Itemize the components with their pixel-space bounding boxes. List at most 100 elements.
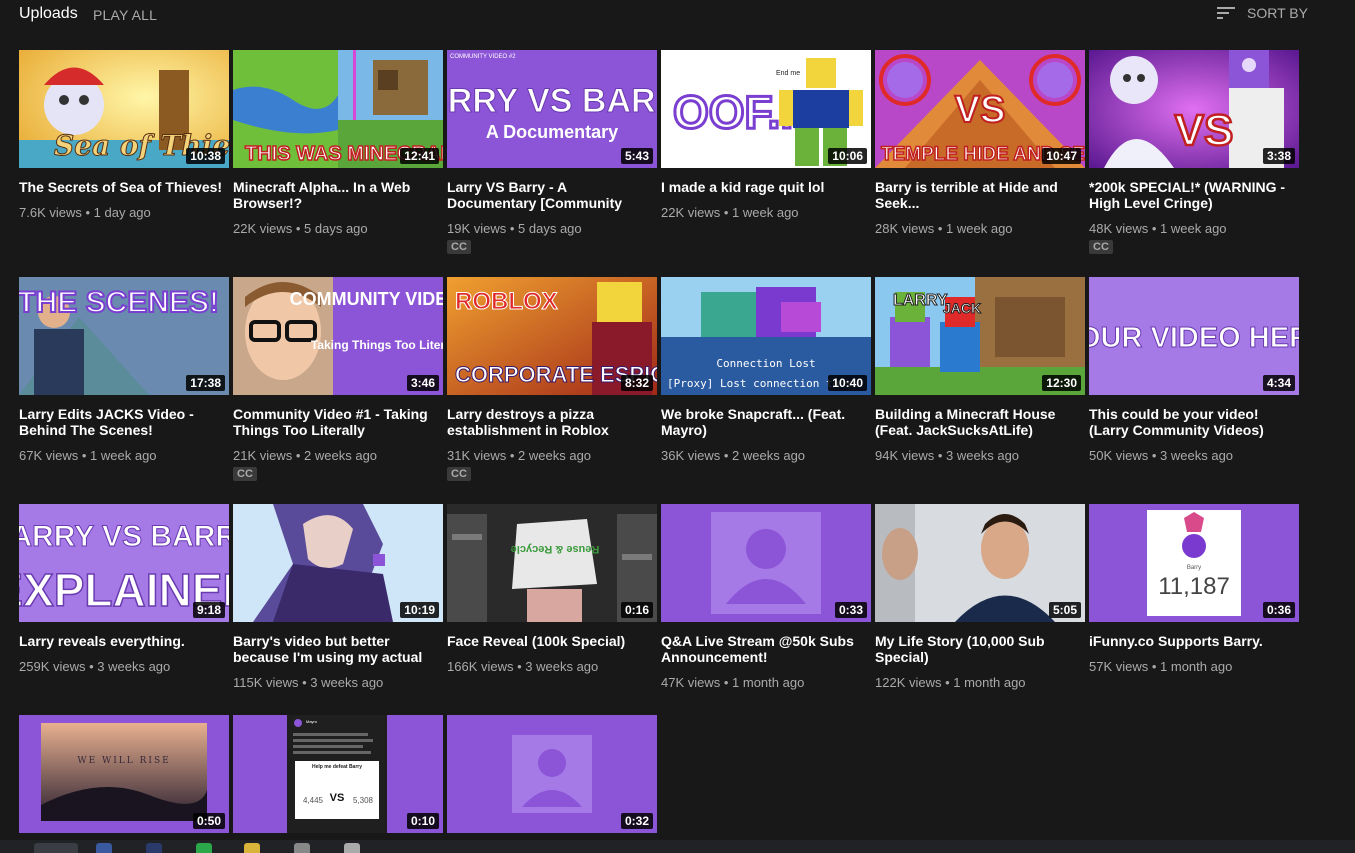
video-title[interactable]: Larry Edits JACKS Video - Behind The Sce… [19, 406, 229, 438]
video-title[interactable]: Community Video #1 - Taking Things Too L… [233, 406, 443, 438]
video-card[interactable]: COMMUNITY VIDEO #1 Taking Things Too Lit… [233, 277, 443, 482]
taskbar-app-icon[interactable] [244, 843, 260, 853]
video-meta: 259K views • 3 weeks ago [19, 659, 171, 674]
taskbar-app-icon[interactable] [196, 843, 212, 853]
video-age: 2 weeks ago [732, 448, 806, 463]
video-meta: 28K views • 1 week ago [875, 221, 1013, 236]
uploads-header: Uploads PLAY ALL SORT BY [0, 0, 1310, 32]
video-title[interactable]: We broke Snapcraft... (Feat. Mayro) [661, 406, 871, 438]
video-duration: 0:32 [620, 813, 653, 829]
video-card[interactable]: Barry 11,187 0:36 iFunny.co Supports Bar… [1089, 504, 1299, 675]
video-views: 50K views [1089, 448, 1149, 463]
video-thumbnail[interactable]: Connection Lost [Proxy] Lost connection … [661, 277, 871, 395]
video-age: 1 week ago [946, 221, 1013, 236]
video-title[interactable]: Q&A Live Stream @50k Subs Announcement! [661, 633, 871, 665]
video-thumbnail[interactable]: YOUR VIDEO HERE 4:34 [1089, 277, 1299, 395]
uploads-title: Uploads [19, 5, 78, 22]
video-card[interactable]: ROBLOX CORPORATE ESPIONAGE 8:32 Larry de… [447, 277, 657, 482]
video-card[interactable]: OOF... End me 10:06 I made a kid rage qu… [661, 50, 871, 221]
video-thumbnail[interactable]: Mayro Help me defeat Barry VS 4,445 5,30… [233, 715, 443, 833]
video-card[interactable]: VS 3:38 *200k SPECIAL!* (WARNING - High … [1089, 50, 1299, 255]
video-title[interactable]: Minecraft Alpha... In a Web Browser!? [233, 179, 443, 211]
video-duration: 0:10 [406, 813, 439, 829]
video-title[interactable]: Building a Minecraft House (Feat. JackSu… [875, 406, 1085, 438]
video-title[interactable]: Larry reveals everything. [19, 633, 229, 649]
taskbar-app-icon[interactable] [96, 843, 112, 853]
thumbnail-subtext: JACK [943, 300, 981, 316]
video-card[interactable]: LARRY JACK 12:30 Building a Minecraft Ho… [875, 277, 1085, 464]
video-meta: 122K views • 1 month ago [875, 675, 1026, 690]
video-thumbnail[interactable]: Sea of Thieves 10:38 [19, 50, 229, 168]
video-thumbnail[interactable]: THIS WAS MINECRAFT? 12:41 [233, 50, 443, 168]
video-card[interactable]: Reuse & Recycle 0:16 Face Reveal (100k S… [447, 504, 657, 675]
video-title[interactable]: Larry VS Barry - A Documentary [Communit… [447, 179, 657, 211]
video-thumbnail[interactable]: ROBLOX CORPORATE ESPIONAGE 8:32 [447, 277, 657, 395]
thumbnail-text: YOUR VIDEO HERE [1089, 322, 1299, 354]
video-card[interactable]: VS TEMPLE HIDE AND SEEK! 10:47 Barry is … [875, 50, 1085, 237]
taskbar-app-icon[interactable] [294, 843, 310, 853]
video-card[interactable]: 0:32 [447, 715, 657, 833]
thumbnail-count-right: 5,308 [353, 796, 374, 805]
taskbar-app-icon[interactable] [344, 843, 360, 853]
video-title[interactable]: *200k SPECIAL!* (WARNING - High Level Cr… [1089, 179, 1299, 211]
video-thumbnail[interactable]: BEHIND THE SCENES! 17:38 [19, 277, 229, 395]
video-card[interactable]: LARRY VS BARRY EXPLAINED 9:18 Larry reve… [19, 504, 229, 675]
taskbar-app-icon[interactable] [146, 843, 162, 853]
thumbnail-subtext: End me [776, 70, 800, 77]
video-meta: 22K views • 1 week ago [661, 205, 799, 220]
taskbar-app-icon[interactable] [34, 843, 78, 853]
video-age: 1 month ago [732, 675, 805, 690]
video-age: 3 weeks ago [97, 659, 171, 674]
thumbnail-subtext: ROBLOX [455, 288, 558, 315]
video-title[interactable]: I made a kid rage quit lol [661, 179, 871, 195]
video-card[interactable]: 5:05 My Life Story (10,000 Sub Special) … [875, 504, 1085, 691]
video-meta: 22K views • 5 days ago [233, 221, 368, 236]
video-thumbnail[interactable]: VS TEMPLE HIDE AND SEEK! 10:47 [875, 50, 1085, 168]
video-thumbnail[interactable]: LARRY JACK 12:30 [875, 277, 1085, 395]
video-card[interactable]: 10:19 Barry's video but better because I… [233, 504, 443, 691]
video-thumbnail[interactable]: VS 3:38 [1089, 50, 1299, 168]
video-title[interactable]: Larry destroys a pizza establishment in … [447, 406, 657, 438]
video-views: 31K views [447, 448, 507, 463]
thumbnail-text: BEHIND THE SCENES! [19, 286, 219, 319]
video-title[interactable]: Barry's video but better because I'm usi… [233, 633, 443, 665]
video-age: 2 weeks ago [304, 448, 378, 463]
video-title[interactable]: Barry is terrible at Hide and Seek... [875, 179, 1085, 211]
video-meta: 47K views • 1 month ago [661, 675, 805, 690]
video-thumbnail[interactable]: WE WILL RISE 0:50 [19, 715, 229, 833]
video-card[interactable]: THIS WAS MINECRAFT? 12:41 Minecraft Alph… [233, 50, 443, 237]
video-age: 1 day ago [93, 205, 151, 220]
play-all-button[interactable]: PLAY ALL [93, 7, 157, 23]
video-card[interactable]: WE WILL RISE 0:50 [19, 715, 229, 833]
video-thumbnail[interactable]: OOF... End me 10:06 [661, 50, 871, 168]
video-thumbnail[interactable]: Reuse & Recycle 0:16 [447, 504, 657, 622]
video-card[interactable]: YOUR VIDEO HERE 4:34 This could be your … [1089, 277, 1299, 464]
video-age: 1 month ago [953, 675, 1026, 690]
video-title[interactable]: The Secrets of Sea of Thieves! [19, 179, 229, 195]
video-views: 22K views [661, 205, 721, 220]
video-title[interactable]: This could be your video! (Larry Communi… [1089, 406, 1299, 438]
video-thumbnail[interactable]: Barry 11,187 0:36 [1089, 504, 1299, 622]
sort-by-button[interactable]: SORT BY [1216, 4, 1308, 22]
video-thumbnail[interactable]: 10:19 [233, 504, 443, 622]
video-thumbnail[interactable]: 0:33 [661, 504, 871, 622]
video-card[interactable]: 0:33 Q&A Live Stream @50k Subs Announcem… [661, 504, 871, 691]
video-duration: 0:50 [192, 813, 225, 829]
video-thumbnail[interactable]: 0:32 [447, 715, 657, 833]
video-card[interactable]: Mayro Help me defeat Barry VS 4,445 5,30… [233, 715, 443, 833]
video-card[interactable]: Connection Lost [Proxy] Lost connection … [661, 277, 871, 464]
video-title[interactable]: iFunny.co Supports Barry. [1089, 633, 1299, 649]
video-card[interactable]: BEHIND THE SCENES! 17:38 Larry Edits JAC… [19, 277, 229, 464]
sort-by-label: SORT BY [1247, 5, 1308, 21]
video-thumbnail[interactable]: COMMUNITY VIDEO #2 LARRY VS BARRY A Docu… [447, 50, 657, 168]
video-duration: 5:05 [1048, 602, 1081, 618]
video-duration: 12:41 [400, 148, 439, 164]
video-card[interactable]: Sea of Thieves 10:38 The Secrets of Sea … [19, 50, 229, 221]
video-card[interactable]: COMMUNITY VIDEO #2 LARRY VS BARRY A Docu… [447, 50, 657, 255]
video-title[interactable]: My Life Story (10,000 Sub Special) [875, 633, 1085, 665]
video-views: 94K views [875, 448, 935, 463]
video-thumbnail[interactable]: 5:05 [875, 504, 1085, 622]
video-title[interactable]: Face Reveal (100k Special) [447, 633, 657, 649]
video-thumbnail[interactable]: COMMUNITY VIDEO #1 Taking Things Too Lit… [233, 277, 443, 395]
video-thumbnail[interactable]: LARRY VS BARRY EXPLAINED 9:18 [19, 504, 229, 622]
